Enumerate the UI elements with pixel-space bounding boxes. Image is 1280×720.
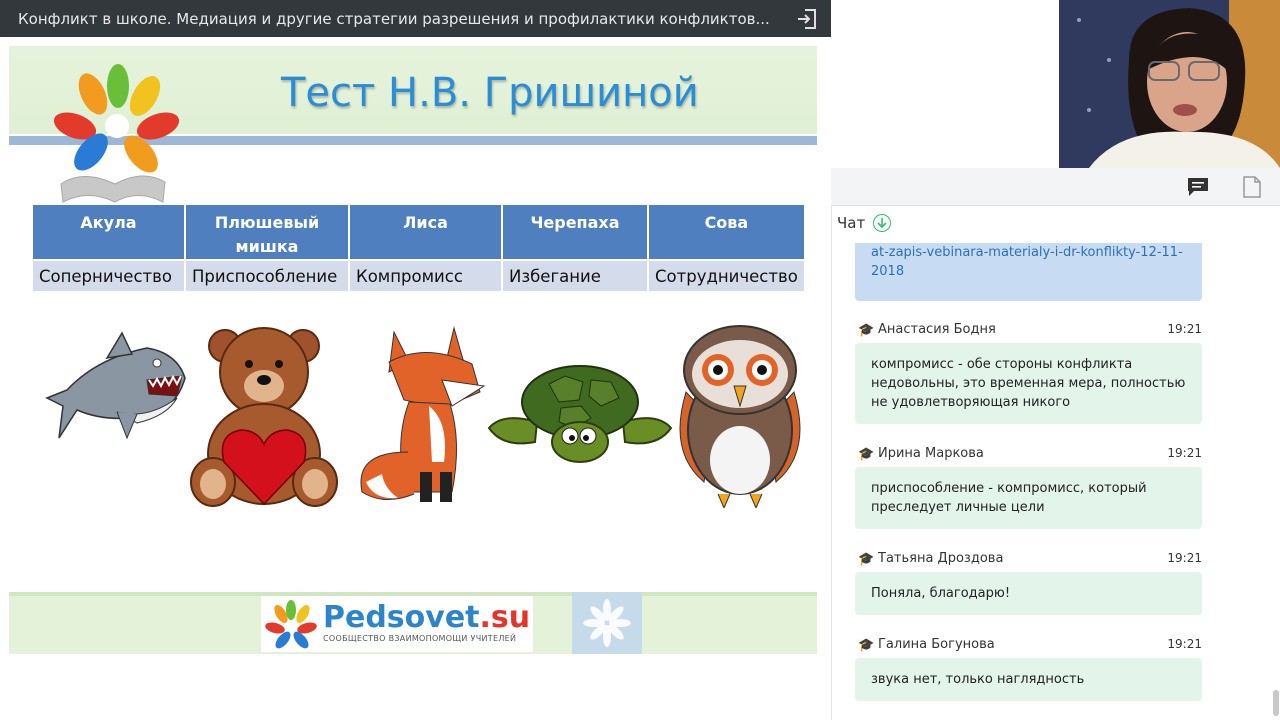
hands-small-icon <box>265 600 317 649</box>
message-author: Татьяна Дроздова <box>878 551 1004 566</box>
table-header: Плюшевый мишка <box>186 205 348 259</box>
graduation-cap-icon: 🎓 <box>858 552 875 567</box>
message-meta: 🎓 Ирина Маркова 19:21 <box>855 445 1202 465</box>
exit-button[interactable] <box>793 5 821 33</box>
slide: Тест Н.В. Гришиной Акула Плюшевый мишка … <box>9 46 817 654</box>
table-cell: Избегание <box>503 261 647 291</box>
presentation-area: Тест Н.В. Гришиной Акула Плюшевый мишка … <box>0 37 831 720</box>
tab-chat[interactable] <box>1186 176 1210 198</box>
chat-header: Чат <box>837 214 892 232</box>
message-text: Поняла, благодарю! <box>855 572 1202 615</box>
graduation-cap-icon: 🎓 <box>858 447 875 462</box>
fox-icon <box>360 326 486 502</box>
table-cell: Компромисс <box>350 261 501 291</box>
shark-icon <box>45 331 186 440</box>
presenter-video <box>1059 0 1280 168</box>
message-time: 19:21 <box>1167 551 1202 565</box>
panel-tabs <box>831 168 1280 206</box>
link-message[interactable]: at-zapis-vebinara-materialy-i-dr-konflik… <box>855 243 1202 301</box>
message-time: 19:21 <box>1167 446 1202 460</box>
turtle-icon <box>487 365 673 463</box>
table-header: Черепаха <box>503 205 647 259</box>
message-text: компромисс - обе стороны конфликта недов… <box>855 343 1202 424</box>
file-icon <box>1243 176 1261 198</box>
link-text[interactable]: at-zapis-vebinara-materialy-i-dr-konflik… <box>871 245 1183 279</box>
table-cell: Соперничество <box>33 261 184 291</box>
presenter-icon <box>1059 0 1280 168</box>
brand-name: Pedsovet <box>323 600 480 635</box>
message-text: приспособление - компромисс, который пре… <box>855 467 1202 529</box>
hands-logo-icon <box>53 64 180 203</box>
message-author: Анастасия Бодня <box>878 322 996 337</box>
message-author: Ирина Маркова <box>878 446 984 461</box>
exit-icon <box>798 9 816 29</box>
slide-title: Тест Н.В. Гришиной <box>281 70 699 116</box>
top-bar: Конфликт в школе. Медиация и другие стра… <box>0 0 831 37</box>
message-text: звука нет, только наглядность <box>855 658 1202 701</box>
chat-message: 🎓 Татьяна Дроздова 19:21 Поняла, благода… <box>855 550 1202 615</box>
arrow-down-icon <box>877 218 887 229</box>
scroll-down-button[interactable] <box>873 214 892 232</box>
table-header: Акула <box>33 205 184 259</box>
owl-icon <box>679 325 801 508</box>
chat-icon <box>1188 178 1208 196</box>
message-meta: 🎓 Анастасия Бодня 19:21 <box>855 321 1202 341</box>
table-header: Лиса <box>350 205 501 259</box>
tab-files[interactable] <box>1240 176 1264 198</box>
webinar-title: Конфликт в школе. Медиация и другие стра… <box>18 9 770 28</box>
table-cell: Приспособление <box>186 261 348 291</box>
table-cell: Сотрудничество <box>649 261 804 291</box>
chat-messages: at-zapis-vebinara-materialy-i-dr-konflik… <box>831 243 1280 720</box>
footer-brand: Pedsovet.su <box>323 600 530 635</box>
teddy-bear-icon <box>190 327 338 507</box>
graduation-cap-icon: 🎓 <box>858 323 875 338</box>
message-meta: 🎓 Галина Богунова 19:21 <box>855 636 1202 656</box>
chat-title: Чат <box>837 214 866 232</box>
scrollbar[interactable] <box>1273 690 1279 716</box>
chat-message: 🎓 Ирина Маркова 19:21 приспособление - к… <box>855 445 1202 529</box>
message-time: 19:21 <box>1167 322 1202 336</box>
chat-message: 🎓 Анастасия Бодня 19:21 компромисс - обе… <box>855 321 1202 424</box>
footer-tagline: СООБЩЕСТВО ВЗАИМОПОМОЩИ УЧИТЕЛЕЙ <box>323 634 517 643</box>
table-header: Сова <box>649 205 804 259</box>
message-meta: 🎓 Татьяна Дроздова 19:21 <box>855 550 1202 570</box>
message-author: Галина Богунова <box>878 637 995 652</box>
flower-icon <box>583 599 631 647</box>
message-time: 19:21 <box>1167 637 1202 651</box>
chat-message: 🎓 Галина Богунова 19:21 звука нет, тольк… <box>855 636 1202 701</box>
webinar-window: Конфликт в школе. Медиация и другие стра… <box>0 0 1280 720</box>
conflict-styles-table: Акула Плюшевый мишка Лиса Черепаха Сова … <box>31 203 806 293</box>
graduation-cap-icon: 🎓 <box>858 638 875 653</box>
slide-footer: Pedsovet.su СООБЩЕСТВО ВЗАИМОПОМОЩИ УЧИТ… <box>9 592 817 654</box>
footer-flower <box>572 592 642 654</box>
brand-suffix: .su <box>479 600 531 635</box>
